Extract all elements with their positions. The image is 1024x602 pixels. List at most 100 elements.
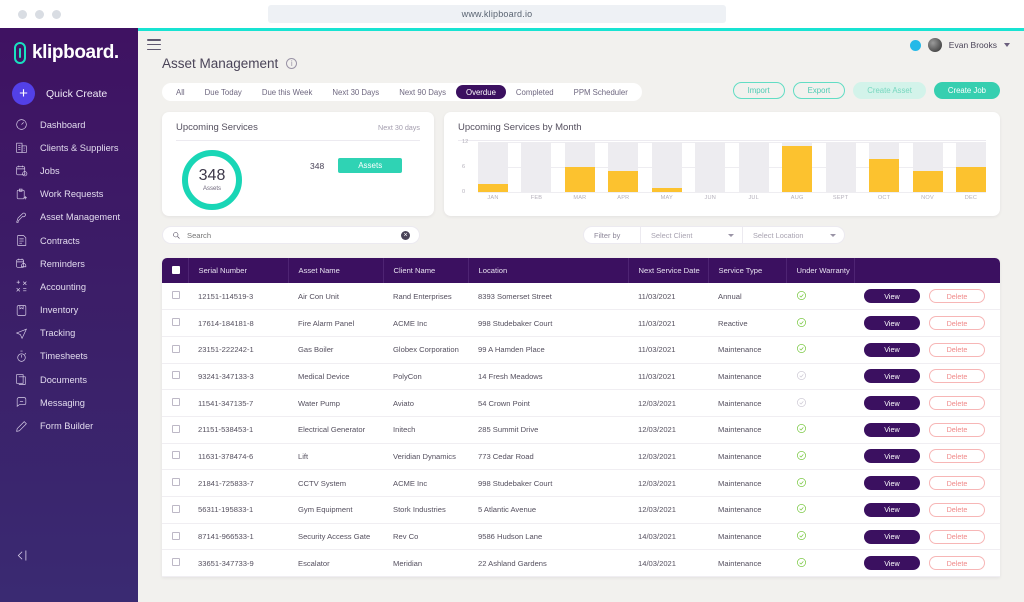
table-row[interactable]: 11541-347135-7 Water Pump Aviato 54 Crown P… <box>162 389 1000 417</box>
bar-column[interactable] <box>825 142 856 192</box>
tab-overdue[interactable]: Overdue <box>456 85 506 99</box>
tab-all[interactable]: All <box>166 85 195 99</box>
table-row[interactable]: 56311-195833-1 Gym Equipment Stork Industr… <box>162 496 1000 524</box>
bar-column[interactable] <box>695 142 726 192</box>
export-button[interactable]: Export <box>792 82 846 99</box>
row-select-cell[interactable] <box>162 336 188 364</box>
sidebar-item-clients-suppliers[interactable]: Clients & Suppliers <box>0 136 138 159</box>
tab-ppm-scheduler[interactable]: PPM Scheduler <box>564 85 638 99</box>
sidebar-item-accounting[interactable]: Accounting <box>0 275 138 298</box>
search-box[interactable]: × <box>162 226 420 244</box>
row-checkbox[interactable] <box>172 478 180 487</box>
close-window-dot[interactable] <box>18 9 27 19</box>
tab-next-90-days[interactable]: Next 90 Days <box>389 85 456 99</box>
view-button[interactable]: View <box>864 369 920 384</box>
create-asset-button[interactable]: Create Asset <box>853 82 926 99</box>
sidebar-item-form-builder[interactable]: Form Builder <box>0 414 138 437</box>
bar-column[interactable] <box>521 142 552 192</box>
view-button[interactable]: View <box>864 396 920 411</box>
row-select-cell[interactable] <box>162 283 188 311</box>
sidebar-item-jobs[interactable]: Jobs <box>0 159 138 182</box>
window-controls[interactable] <box>18 9 61 19</box>
row-checkbox[interactable] <box>172 318 180 327</box>
view-button[interactable]: View <box>864 342 920 357</box>
row-select-cell[interactable] <box>162 496 188 524</box>
select-location-dropdown[interactable]: Select Location <box>742 227 844 243</box>
column-under-warranty[interactable]: Under Warranty <box>786 258 855 283</box>
maximize-window-dot[interactable] <box>52 9 61 19</box>
bar-column[interactable] <box>608 142 639 192</box>
row-select-cell[interactable] <box>162 549 188 578</box>
view-button[interactable]: View <box>864 502 920 517</box>
row-checkbox[interactable] <box>172 291 180 300</box>
bar-column[interactable] <box>869 142 900 192</box>
delete-button[interactable]: Delete <box>929 422 985 437</box>
view-button[interactable]: View <box>864 556 920 571</box>
delete-button[interactable]: Delete <box>929 556 985 571</box>
hamburger-menu-icon[interactable] <box>147 39 161 53</box>
table-row[interactable]: 33651-347733-9 Escalator Meridian 22 Ashlan… <box>162 549 1000 578</box>
delete-button[interactable]: Delete <box>929 502 985 517</box>
info-icon[interactable]: i <box>286 58 298 69</box>
row-checkbox[interactable] <box>172 344 180 353</box>
tab-due-today[interactable]: Due Today <box>195 85 252 99</box>
bar-column[interactable] <box>912 142 943 192</box>
tab-due-this-week[interactable]: Due this Week <box>252 85 323 99</box>
view-button[interactable]: View <box>864 316 920 331</box>
row-select-cell[interactable] <box>162 443 188 471</box>
quick-create-button[interactable]: + Quick Create <box>12 82 138 105</box>
delete-button[interactable]: Delete <box>929 289 985 304</box>
row-select-cell[interactable] <box>162 309 188 337</box>
sidebar-item-work-requests[interactable]: Work Requests <box>0 183 138 206</box>
row-checkbox[interactable] <box>172 424 180 433</box>
tab-next-30-days[interactable]: Next 30 Days <box>322 85 389 99</box>
user-menu[interactable]: Evan Brooks <box>909 38 1010 52</box>
bar-column[interactable] <box>651 142 682 192</box>
row-checkbox[interactable] <box>172 451 180 460</box>
select-all-header[interactable] <box>162 258 189 283</box>
search-input[interactable] <box>187 230 395 240</box>
row-select-cell[interactable] <box>162 416 188 444</box>
view-button[interactable]: View <box>864 449 920 464</box>
create-job-button[interactable]: Create Job <box>933 82 1000 99</box>
sidebar-item-asset-management[interactable]: Asset Management <box>0 206 138 229</box>
column-location[interactable]: Location <box>468 258 629 283</box>
select-all-checkbox[interactable] <box>172 265 180 274</box>
delete-button[interactable]: Delete <box>929 529 985 544</box>
row-checkbox[interactable] <box>172 371 180 380</box>
row-checkbox[interactable] <box>172 504 180 513</box>
table-row[interactable]: 21841-725833-7 CCTV System ACME Inc 998 Stu… <box>162 469 1000 497</box>
table-row[interactable]: 21151-538453-1 Electrical Generator Initec… <box>162 416 1000 444</box>
delete-button[interactable]: Delete <box>929 476 985 491</box>
delete-button[interactable]: Delete <box>929 316 985 331</box>
sidebar-item-messaging[interactable]: Messaging <box>0 391 138 414</box>
sidebar-item-timesheets[interactable]: Timesheets <box>0 345 138 368</box>
sidebar-item-contracts[interactable]: Contracts <box>0 229 138 252</box>
sidebar-item-inventory[interactable]: Inventory <box>0 299 138 322</box>
row-select-cell[interactable] <box>162 523 188 551</box>
globe-icon[interactable] <box>909 39 921 51</box>
row-select-cell[interactable] <box>162 389 188 417</box>
brand-logo[interactable]: klipboard. <box>0 28 138 64</box>
chevron-down-icon[interactable] <box>1004 43 1010 47</box>
table-row[interactable]: 11631-378474-6 Lift Veridian Dynamics 773 C… <box>162 443 1000 471</box>
column-service-type[interactable]: Service Type <box>708 258 787 283</box>
row-checkbox[interactable] <box>172 558 180 567</box>
sidebar-item-tracking[interactable]: Tracking <box>0 322 138 345</box>
sidebar-item-documents[interactable]: Documents <box>0 368 138 391</box>
delete-button[interactable]: Delete <box>929 342 985 357</box>
view-button[interactable]: View <box>864 289 920 304</box>
clear-search-icon[interactable]: × <box>401 230 410 240</box>
view-button[interactable]: View <box>864 476 920 491</box>
column-next-service-date[interactable]: Next Service Date <box>628 258 709 283</box>
row-checkbox[interactable] <box>172 398 180 407</box>
tab-completed[interactable]: Completed <box>506 85 564 99</box>
view-button[interactable]: View <box>864 422 920 437</box>
delete-button[interactable]: Delete <box>929 396 985 411</box>
select-client-dropdown[interactable]: Select Client <box>640 227 742 243</box>
bar-column[interactable] <box>478 142 508 192</box>
row-checkbox[interactable] <box>172 531 180 540</box>
row-select-cell[interactable] <box>162 363 188 391</box>
minimize-window-dot[interactable] <box>35 9 44 19</box>
column-serial-number[interactable]: Serial Number <box>188 258 289 283</box>
